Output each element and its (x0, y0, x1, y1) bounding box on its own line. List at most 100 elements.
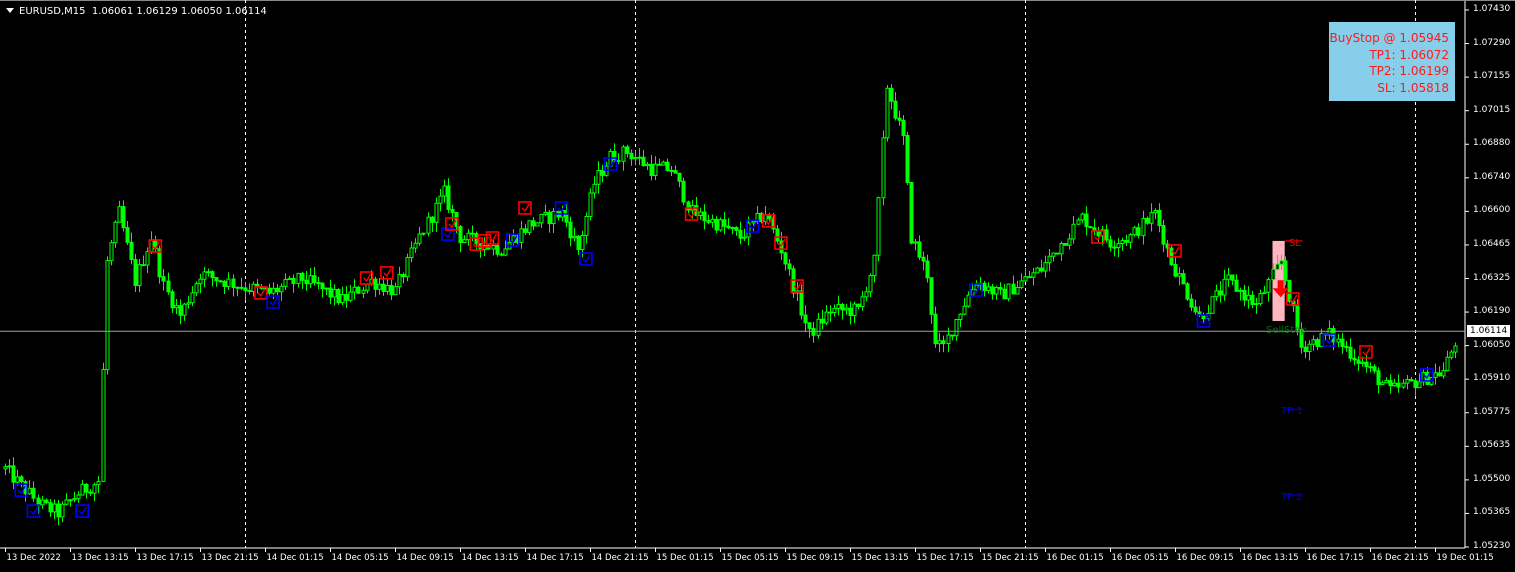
candle-body (596, 169, 601, 185)
candle-body (1108, 239, 1113, 248)
candle-body (247, 290, 252, 293)
candle-body (222, 280, 227, 287)
time-tick-label: 16 Dec 09:15 (1176, 553, 1234, 563)
candle-body (1173, 264, 1178, 277)
candle-body (872, 254, 877, 277)
candle-body (710, 218, 715, 223)
candle-body (649, 163, 654, 177)
candle-body (462, 239, 467, 244)
check-icon (444, 229, 453, 239)
candle-body (698, 211, 703, 217)
candle-body (946, 334, 951, 344)
candle-body (503, 248, 508, 256)
tp2-line: TP2: 1.06199 (1369, 64, 1449, 78)
candle-body (52, 503, 57, 513)
signal-marker-box (75, 504, 89, 518)
candle-body (954, 318, 959, 337)
candle-body (1413, 380, 1418, 389)
candle-body (787, 263, 792, 270)
candle-body (791, 268, 796, 294)
price-tick-label: 1.06880 (1473, 138, 1511, 149)
candle-body (885, 87, 890, 139)
candle-body (198, 278, 203, 285)
time-tick-label: 13 Dec 2022 (6, 553, 61, 563)
candle-body (316, 282, 321, 285)
candle-body (889, 87, 894, 102)
candle-body (72, 498, 77, 501)
time-tick-label: 16 Dec 21:15 (1371, 553, 1429, 563)
candle-body (206, 271, 211, 274)
candle-body (7, 465, 12, 468)
price-tick-label: 1.06600 (1473, 205, 1511, 216)
candle-body (661, 161, 666, 166)
candle-body (714, 218, 719, 231)
dropdown-triangle-icon[interactable] (6, 8, 14, 13)
candle-body (868, 275, 873, 293)
check-icon (29, 506, 39, 516)
candle-body (1254, 303, 1259, 306)
candle-body (1392, 382, 1397, 387)
candle-body (11, 465, 16, 483)
candle-body (1319, 332, 1324, 347)
time-tick-label: 15 Dec 09:15 (786, 553, 844, 563)
candle-body (300, 272, 305, 281)
candle-body (377, 283, 382, 290)
check-icon (582, 254, 591, 264)
candle-body (149, 239, 154, 253)
candle-body (1011, 283, 1016, 295)
candle-body (1222, 278, 1227, 296)
candle-body (746, 222, 751, 238)
candle-body (917, 241, 922, 258)
candle-body (109, 242, 114, 262)
candle-body (828, 311, 833, 314)
candle-body (1441, 370, 1446, 377)
candle-body (1019, 280, 1024, 288)
time-tick-label: 16 Dec 13:15 (1241, 553, 1299, 563)
candle-body (1059, 243, 1064, 255)
price-tick-label: 1.06190 (1473, 306, 1511, 317)
candle-body (1315, 339, 1320, 347)
price-chart[interactable] (0, 0, 1515, 572)
candle-body (881, 137, 886, 199)
candle-body (775, 228, 780, 242)
candle-body (166, 280, 171, 293)
candle-body (1380, 382, 1385, 386)
time-tick-label: 15 Dec 21:15 (981, 553, 1039, 563)
candle-body (1238, 289, 1243, 292)
candle-body (527, 220, 532, 233)
candle-body (621, 146, 626, 162)
candle-body (170, 291, 175, 309)
candle-body (1055, 252, 1060, 255)
candle-body (1210, 296, 1215, 314)
check-icon (383, 268, 392, 278)
candle-body (202, 271, 207, 280)
candle-body (178, 305, 183, 316)
candle-body (1181, 273, 1186, 285)
candle-body (913, 241, 918, 244)
candle-body (1088, 226, 1093, 229)
candle-body (751, 220, 756, 224)
candle-body (275, 287, 280, 293)
candle-body (1076, 219, 1081, 225)
chart-header: EURUSD,M15 1.06061 1.06129 1.06050 1.061… (6, 6, 267, 17)
candle-body (491, 244, 496, 250)
candle-body (27, 487, 32, 495)
candle-body (64, 499, 69, 505)
candle-body (592, 183, 597, 194)
candle-body (1027, 276, 1032, 279)
candle-body (340, 293, 345, 304)
candle-body (1161, 225, 1166, 245)
time-tick-label: 14 Dec 17:15 (526, 553, 584, 563)
candle-body (397, 274, 402, 288)
price-tick-label: 1.06465 (1473, 238, 1511, 249)
candle-body (145, 251, 150, 266)
candle-body (161, 276, 166, 282)
candle-body (994, 287, 999, 295)
candle-body (551, 211, 556, 225)
candle-body (820, 318, 825, 324)
candle-body (296, 272, 301, 285)
candle-body (1112, 246, 1117, 249)
candle-body (844, 307, 849, 311)
candle-body (438, 195, 443, 204)
candle-body (235, 286, 240, 289)
